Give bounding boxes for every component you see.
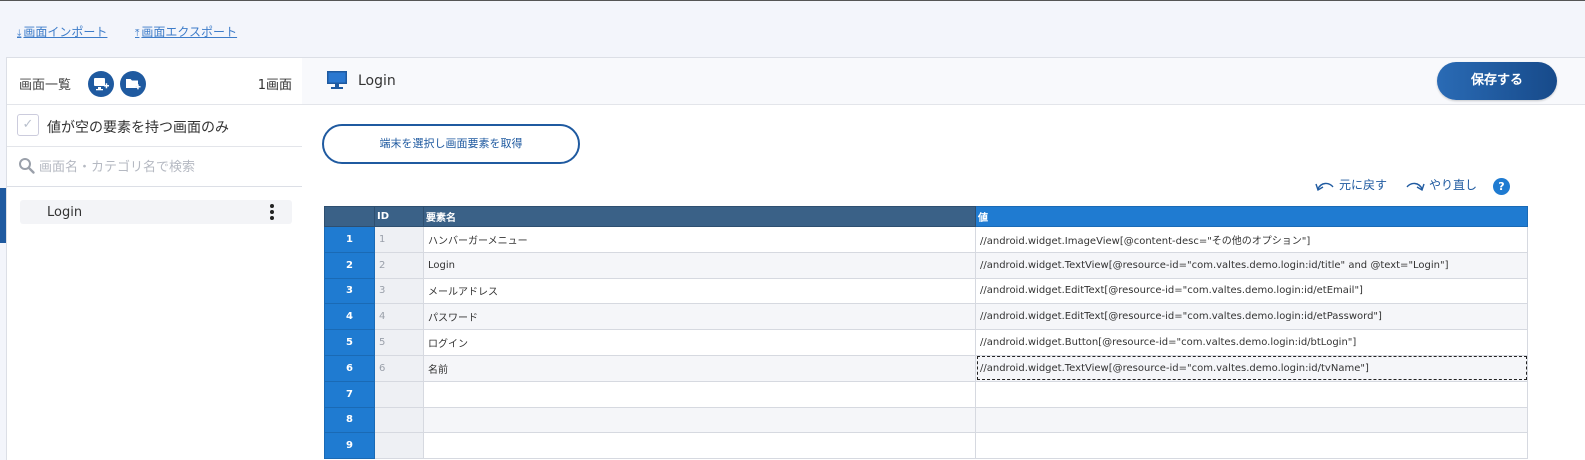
download-icon: ⤓ bbox=[17, 28, 22, 39]
selected-screen-indicator bbox=[0, 188, 6, 243]
element-name-cell[interactable]: メールアドレス bbox=[423, 277, 976, 305]
table-row: 6 6 名前//android.widget.TextView[@resource-… bbox=[324, 354, 1528, 382]
screen-list-header: 画面一覧 1画面 bbox=[7, 58, 302, 105]
element-value-cell[interactable]: //android.widget.EditText[@resource-id="… bbox=[975, 303, 1528, 331]
import-screens-link[interactable]: ⤓ 画面インポート bbox=[17, 23, 107, 40]
table-row: 5 5 ログイン//android.widget.Button[@resource-… bbox=[324, 329, 1528, 356]
element-value-cell[interactable] bbox=[975, 432, 1528, 460]
element-value-cell[interactable]: //android.widget.TextView[@resource-id="… bbox=[975, 354, 1528, 382]
element-name-cell[interactable]: ログイン bbox=[423, 329, 976, 356]
monitor-icon bbox=[327, 71, 347, 89]
undo-button[interactable]: 元に戻す bbox=[1315, 176, 1387, 193]
element-id-cell[interactable]: 4 bbox=[374, 303, 424, 331]
screen-editor-header: Login 保存する bbox=[302, 58, 1585, 105]
element-id-cell[interactable]: 1 bbox=[374, 226, 424, 253]
screen-list-item-name: Login bbox=[47, 205, 83, 220]
table-row: 1 1 ハンバーガーメニュー//android.widget.ImageView[@… bbox=[324, 226, 1528, 253]
empty-value-filter-label: 値が空の要素を持つ画面のみ bbox=[47, 120, 229, 136]
element-name-cell[interactable]: ハンバーガーメニュー bbox=[423, 226, 976, 253]
upload-icon: ⤒ bbox=[135, 28, 140, 39]
element-id-cell[interactable]: 5 bbox=[374, 329, 424, 356]
element-name-cell[interactable] bbox=[423, 432, 976, 460]
help-icon[interactable]: ? bbox=[1493, 178, 1510, 195]
table-row: 9 bbox=[324, 432, 1528, 460]
screen-count: 1画面 bbox=[257, 78, 292, 93]
element-id-cell[interactable]: 6 bbox=[374, 354, 424, 382]
element-id-cell[interactable] bbox=[374, 432, 424, 460]
more-options-icon[interactable] bbox=[270, 204, 274, 220]
element-name-cell[interactable]: 名前 bbox=[423, 354, 976, 382]
screen-search bbox=[7, 147, 302, 187]
empty-value-filter-checkbox[interactable]: ✓ bbox=[17, 114, 39, 136]
row-number[interactable]: 4 bbox=[324, 303, 375, 331]
row-number[interactable]: 7 bbox=[324, 380, 375, 408]
grid-header-value[interactable]: 値 bbox=[975, 206, 1528, 227]
grid-header-id[interactable]: ID bbox=[374, 206, 424, 227]
row-number[interactable]: 3 bbox=[324, 277, 375, 305]
empty-value-filter: ✓ 値が空の要素を持つ画面のみ bbox=[7, 105, 302, 147]
add-monitor-icon bbox=[94, 78, 109, 91]
row-number[interactable]: 9 bbox=[324, 432, 375, 460]
element-name-cell[interactable] bbox=[423, 406, 976, 434]
export-screens-link[interactable]: ⤒ 画面エクスポート bbox=[135, 23, 237, 40]
element-id-cell[interactable] bbox=[374, 380, 424, 408]
redo-label: やり直し bbox=[1429, 178, 1478, 192]
search-icon bbox=[19, 158, 35, 174]
table-row: 7 bbox=[324, 380, 1528, 408]
undo-icon bbox=[1315, 182, 1334, 191]
add-category-button[interactable] bbox=[120, 71, 146, 97]
element-id-cell[interactable]: 3 bbox=[374, 277, 424, 305]
row-number[interactable]: 1 bbox=[324, 226, 375, 253]
screen-list-item[interactable]: Login bbox=[20, 200, 292, 224]
row-number[interactable]: 8 bbox=[324, 406, 375, 434]
fetch-screen-elements-button[interactable]: 端末を選択し画面要素を取得 bbox=[322, 124, 580, 164]
screen-search-input[interactable] bbox=[39, 153, 289, 181]
redo-icon bbox=[1406, 182, 1425, 191]
row-number[interactable]: 2 bbox=[324, 251, 375, 279]
element-id-cell[interactable] bbox=[374, 406, 424, 434]
element-value-cell[interactable] bbox=[975, 406, 1528, 434]
undo-label: 元に戻す bbox=[1339, 178, 1388, 192]
screen-title: Login bbox=[358, 73, 396, 89]
element-value-cell[interactable]: //android.widget.ImageView[@content-desc… bbox=[975, 226, 1528, 253]
element-id-cell[interactable]: 2 bbox=[374, 251, 424, 279]
elements-grid: ID 要素名 値 1 1 ハンバーガーメニュー//android.widget.Im… bbox=[324, 206, 1528, 460]
grid-header-row: ID 要素名 値 bbox=[324, 206, 1528, 227]
screen-editor-panel: Login 保存する 端末を選択し画面要素を取得 元に戻す やり直し ? ID … bbox=[302, 57, 1585, 460]
screen-list-title: 画面一覧 bbox=[19, 78, 72, 93]
element-name-cell[interactable]: パスワード bbox=[423, 303, 976, 331]
table-row: 2 2 Login//android.widget.TextView[@resour… bbox=[324, 251, 1528, 279]
element-value-cell[interactable]: //android.widget.TextView[@resource-id="… bbox=[975, 251, 1528, 279]
add-folder-icon bbox=[126, 79, 141, 90]
element-name-cell[interactable]: Login bbox=[423, 251, 976, 279]
table-row: 4 4 パスワード//android.widget.EditText[@resour… bbox=[324, 303, 1528, 331]
export-label: 画面エクスポート bbox=[141, 25, 238, 39]
table-row: 8 bbox=[324, 406, 1528, 434]
screen-list-panel: 画面一覧 1画面 ✓ 値が空の要素を持つ画面のみ 画面名・カテゴリ名で検索 Lo… bbox=[6, 57, 303, 460]
table-row: 3 3 メールアドレス//android.widget.EditText[@reso… bbox=[324, 277, 1528, 305]
element-value-cell[interactable]: //android.widget.Button[@resource-id="co… bbox=[975, 329, 1528, 356]
element-value-cell[interactable] bbox=[975, 380, 1528, 408]
import-label: 画面インポート bbox=[23, 25, 108, 39]
redo-button[interactable]: やり直し bbox=[1405, 176, 1477, 193]
row-number[interactable]: 6 bbox=[324, 354, 375, 382]
add-screen-button[interactable] bbox=[88, 71, 114, 97]
element-value-cell[interactable]: //android.widget.EditText[@resource-id="… bbox=[975, 277, 1528, 305]
grid-corner bbox=[324, 206, 375, 227]
save-button[interactable]: 保存する bbox=[1437, 62, 1557, 100]
row-number[interactable]: 5 bbox=[324, 329, 375, 356]
top-toolbar: ⤓ 画面インポート ⤒ 画面エクスポート bbox=[0, 1, 1585, 57]
grid-header-name[interactable]: 要素名 bbox=[423, 206, 976, 227]
element-name-cell[interactable] bbox=[423, 380, 976, 408]
